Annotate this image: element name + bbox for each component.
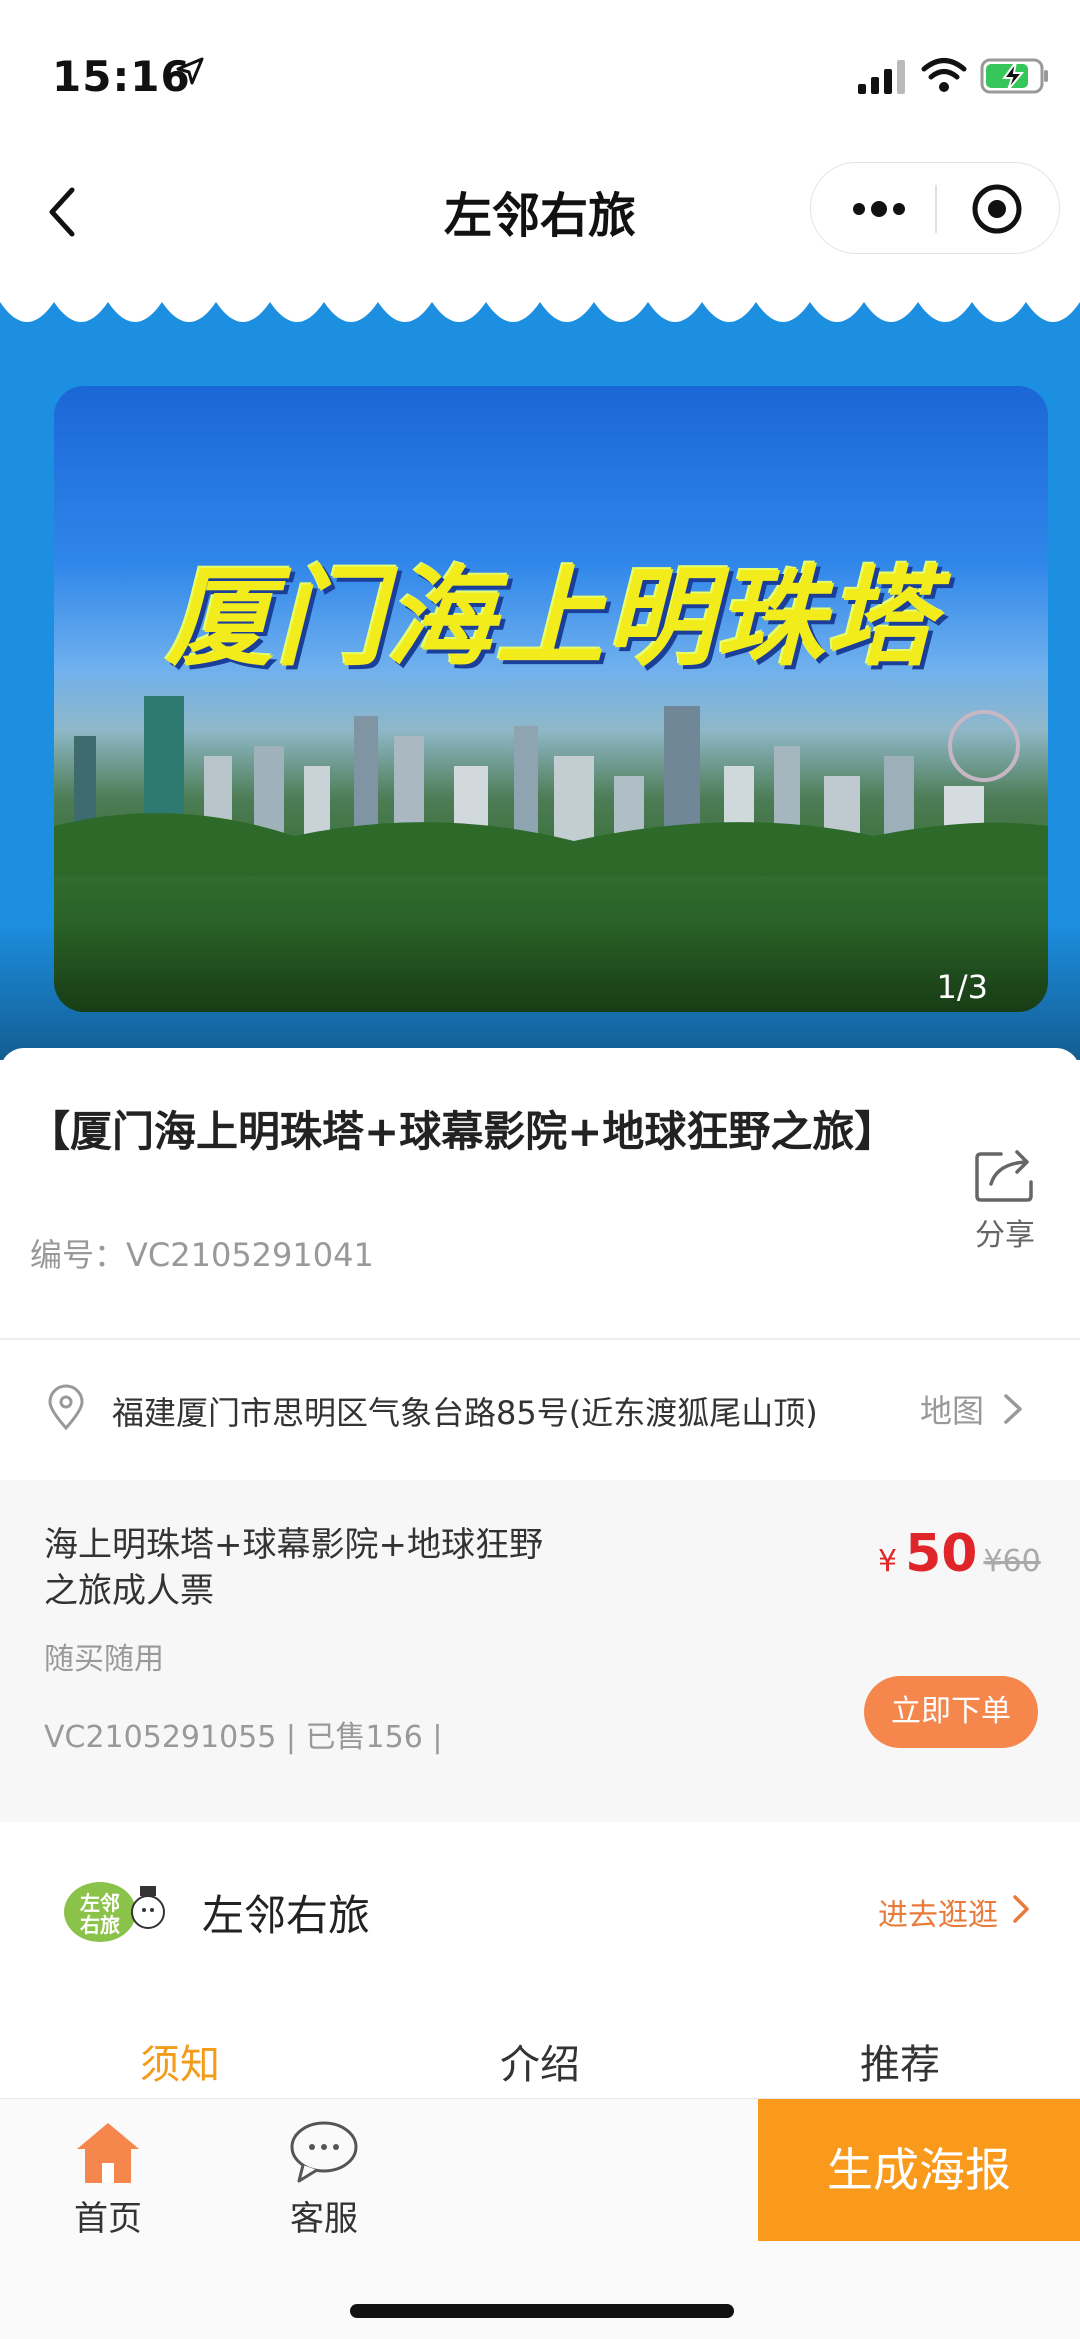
product-code: 编号：VC2105291041 <box>30 1236 374 1274</box>
shop-logo: 左邻 右旅 <box>64 1882 165 1942</box>
svg-text:左邻: 左邻 <box>80 1891 120 1915</box>
tab-recommend[interactable]: 推荐 <box>720 2032 1080 2090</box>
service-label: 客服 <box>290 2199 358 2239</box>
status-time: 15:16 <box>52 52 191 101</box>
price: ¥50 ¥60 <box>878 1524 1041 1584</box>
banner-overlay-title: 厦门海上明珠塔 <box>165 556 936 681</box>
more-dots-icon[interactable] <box>849 187 909 231</box>
product-title: 【厦门海上明珠塔+球幕影院+地球狂野之旅】 <box>28 1107 897 1156</box>
location-pin-icon <box>48 1384 84 1431</box>
price-currency: ¥ <box>878 1544 898 1579</box>
miniprogram-capsule <box>810 162 1060 254</box>
home-button[interactable]: 首页 <box>48 2119 168 2240</box>
battery-charging-icon <box>980 58 1048 94</box>
tab-intro[interactable]: 介绍 <box>360 2032 720 2090</box>
original-price: ¥60 <box>983 1544 1041 1579</box>
ticket-usage: 随买随用 <box>44 1642 164 1677</box>
address-row[interactable]: 福建厦门市思明区气象台路85号(近东渡狐尾山顶) 地图 <box>0 1340 1080 1480</box>
banner-shadow <box>0 920 1080 1060</box>
svg-text:右旅: 右旅 <box>80 1913 120 1937</box>
banner-scallop-decoration <box>0 272 1080 322</box>
home-icon <box>77 2123 139 2183</box>
shop-name: 左邻右旅 <box>202 1891 371 1940</box>
status-bar: 15:16 <box>0 0 1080 150</box>
chevron-right-icon <box>1004 1394 1022 1424</box>
home-label: 首页 <box>74 2199 142 2239</box>
banner-image: 厦门海上明珠塔 <box>54 386 1048 1012</box>
share-icon <box>975 1150 1033 1202</box>
ticket-meta: VC2105291055 | 已售156 | <box>44 1720 443 1755</box>
order-now-button[interactable]: 立即下单 <box>864 1676 1038 1748</box>
bottom-action-bar: 首页 客服 生成海报 <box>0 2098 1080 2339</box>
tab-notice[interactable]: 须知 <box>0 2032 360 2090</box>
shop-row[interactable]: 左邻 右旅 左邻右旅 进去逛逛 <box>0 1822 1080 1992</box>
wifi-icon <box>921 58 967 92</box>
visit-shop-link[interactable]: 进去逛逛 <box>878 1890 998 1934</box>
address-text: 福建厦门市思明区气象台路85号(近东渡狐尾山顶) <box>112 1394 818 1432</box>
target-icon[interactable] <box>971 183 1023 235</box>
location-arrow-icon <box>176 57 204 85</box>
share-button[interactable]: 分享 <box>950 1148 1060 1268</box>
city-skyline-illustration <box>54 696 1048 876</box>
nav-bar: 左邻右旅 <box>0 150 1080 272</box>
ticket-item: 海上明珠塔+球幕影院+地球狂野之旅成人票 随买随用 VC2105291055 |… <box>0 1480 1080 1822</box>
home-indicator <box>350 2304 734 2318</box>
product-header: 【厦门海上明珠塔+球幕影院+地球狂野之旅】 编号：VC2105291041 分享 <box>0 1048 1080 1338</box>
ticket-name: 海上明珠塔+球幕影院+地球狂野之旅成人票 <box>44 1525 543 1611</box>
capsule-divider <box>935 185 937 233</box>
generate-poster-button[interactable]: 生成海报 <box>758 2099 1080 2241</box>
share-label: 分享 <box>975 1218 1035 1253</box>
banner-carousel[interactable]: 厦门海上明珠塔 1/3 <box>0 272 1080 1060</box>
content-tabs: 须知 介绍 推荐 <box>0 1992 1080 2100</box>
banner-page-counter: 1/3 <box>936 968 989 1006</box>
signal-icon <box>858 60 905 94</box>
price-value: 50 <box>905 1524 978 1584</box>
map-link[interactable]: 地图 <box>920 1386 984 1432</box>
chat-bubble-icon <box>290 2121 358 2183</box>
customer-service-button[interactable]: 客服 <box>264 2119 384 2240</box>
chevron-right-icon <box>1013 1895 1029 1923</box>
